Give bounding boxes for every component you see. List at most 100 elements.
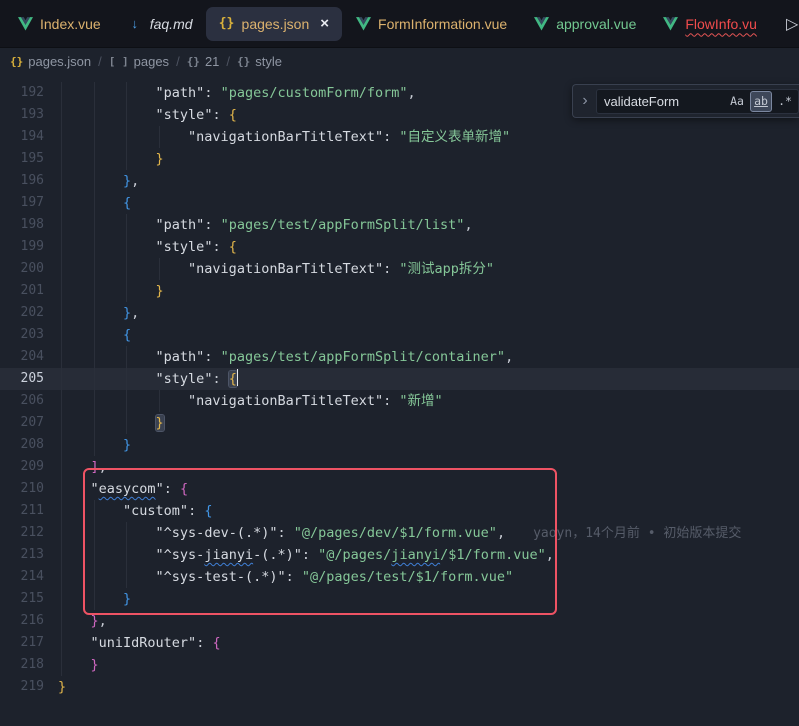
line-number[interactable]: 205 [0,368,46,390]
code-line[interactable]: 198 "path": "pages/test/appFormSplit/lis… [0,214,799,236]
indent-guide [61,522,62,544]
breadcrumb-item-21[interactable]: {}21 [187,54,220,69]
indent-whitespace [58,635,91,651]
line-number[interactable]: 192 [0,82,46,104]
line-number[interactable]: 208 [0,434,46,456]
indent-guide [94,566,95,588]
code-line[interactable]: 199 "style": { [0,236,799,258]
code-token: "测试app拆分" [399,261,494,277]
line-number[interactable]: 202 [0,302,46,324]
code-token: " [156,481,164,497]
indent-whitespace [58,657,91,673]
line-number[interactable]: 197 [0,192,46,214]
code-line[interactable]: 197 { [0,192,799,214]
close-icon[interactable]: × [320,15,329,32]
tab-index-vue[interactable]: Index.vue [4,7,114,41]
code-token: , [99,613,107,629]
code-line[interactable]: 203 { [0,324,799,346]
tab-approval-vue[interactable]: approval.vue [520,7,649,41]
code-token: } [123,305,131,321]
breadcrumb-item-pages[interactable]: [ ]pages [109,54,169,69]
code-line[interactable]: 208 } [0,434,799,456]
line-number[interactable]: 204 [0,346,46,368]
code-line[interactable]: 194 "navigationBarTitleText": "自定义表单新增" [0,126,799,148]
code-text: "custom": { [58,500,212,522]
line-number[interactable]: 213 [0,544,46,566]
code-text: "easycom": { [58,478,188,500]
line-number[interactable]: 218 [0,654,46,676]
line-number[interactable]: 219 [0,676,46,698]
indent-whitespace [58,261,188,277]
code-line[interactable]: 196 }, [0,170,799,192]
code-token: "style" [156,239,213,255]
indent-guide [94,104,95,126]
line-number[interactable]: 211 [0,500,46,522]
code-token: { [229,107,237,123]
indent-guide [126,104,127,126]
tab-flowinfo-vu[interactable]: FlowInfo.vu [649,7,770,41]
code-text: }, [58,170,139,192]
indent-whitespace [58,613,91,629]
find-expand-chevron-icon[interactable]: › [578,92,592,110]
line-number[interactable]: 216 [0,610,46,632]
code-line[interactable]: 219} [0,676,799,698]
line-number[interactable]: 215 [0,588,46,610]
line-number[interactable]: 199 [0,236,46,258]
code-token: } [58,679,66,695]
code-line[interactable]: 216 }, [0,610,799,632]
line-number[interactable]: 195 [0,148,46,170]
tab-forminformation-vue[interactable]: FormInformation.vue [342,7,520,41]
code-token: "^sys-dev-(.*)" [156,525,278,541]
line-number[interactable]: 193 [0,104,46,126]
regex-toggle[interactable]: .* [774,91,796,112]
indent-whitespace [58,305,123,321]
vue-icon [662,17,678,31]
code-line[interactable]: 209 ], [0,456,799,478]
code-line[interactable]: 205 "style": { [0,368,799,390]
line-number[interactable]: 209 [0,456,46,478]
line-number[interactable]: 194 [0,126,46,148]
code-token: } [156,415,164,431]
find-input[interactable] [604,94,724,109]
code-text: } [58,148,164,170]
code-token: , [497,525,505,541]
indent-guide [94,588,95,610]
code-line[interactable]: 195 } [0,148,799,170]
code-token: "^sys- [156,547,205,563]
code-line[interactable]: 206 "navigationBarTitleText": "新增" [0,390,799,412]
code-token: "自定义表单新增" [399,129,510,145]
code-line[interactable]: 210 "easycom": { [0,478,799,500]
line-number[interactable]: 207 [0,412,46,434]
code-line[interactable]: 201 } [0,280,799,302]
code-line[interactable]: 202 }, [0,302,799,324]
code-line[interactable]: 213 "^sys-jianyi-(.*)": "@/pages/jianyi/… [0,544,799,566]
line-number[interactable]: 206 [0,390,46,412]
code-line[interactable]: 215 } [0,588,799,610]
match-case-toggle[interactable]: Aa [726,91,748,112]
tab-faq-md[interactable]: ↓faq.md [114,7,206,41]
line-number[interactable]: 200 [0,258,46,280]
code-editor[interactable]: 192 "path": "pages/customForm/form",193 … [0,75,799,726]
line-number[interactable]: 217 [0,632,46,654]
whole-word-toggle[interactable]: ab [750,91,772,112]
line-number[interactable]: 203 [0,324,46,346]
code-line[interactable]: 211 "custom": { [0,500,799,522]
code-line[interactable]: 212 "^sys-dev-(.*)": "@/pages/dev/$1/for… [0,522,799,544]
tab-pages-json[interactable]: {}pages.json× [206,7,342,41]
run-button[interactable]: ▷ [786,14,799,34]
code-line[interactable]: 218 } [0,654,799,676]
line-number[interactable]: 198 [0,214,46,236]
line-number[interactable]: 212 [0,522,46,544]
code-line[interactable]: 207 } [0,412,799,434]
breadcrumb-item-pages-json[interactable]: {}pages.json [10,54,91,69]
code-line[interactable]: 214 "^sys-test-(.*)": "@/pages/test/$1/f… [0,566,799,588]
indent-guide [94,126,95,148]
line-number[interactable]: 201 [0,280,46,302]
code-line[interactable]: 217 "uniIdRouter": { [0,632,799,654]
line-number[interactable]: 214 [0,566,46,588]
line-number[interactable]: 210 [0,478,46,500]
line-number[interactable]: 196 [0,170,46,192]
code-line[interactable]: 204 "path": "pages/test/appFormSplit/con… [0,346,799,368]
breadcrumb-item-style[interactable]: {}style [237,54,282,69]
code-line[interactable]: 200 "navigationBarTitleText": "测试app拆分" [0,258,799,280]
